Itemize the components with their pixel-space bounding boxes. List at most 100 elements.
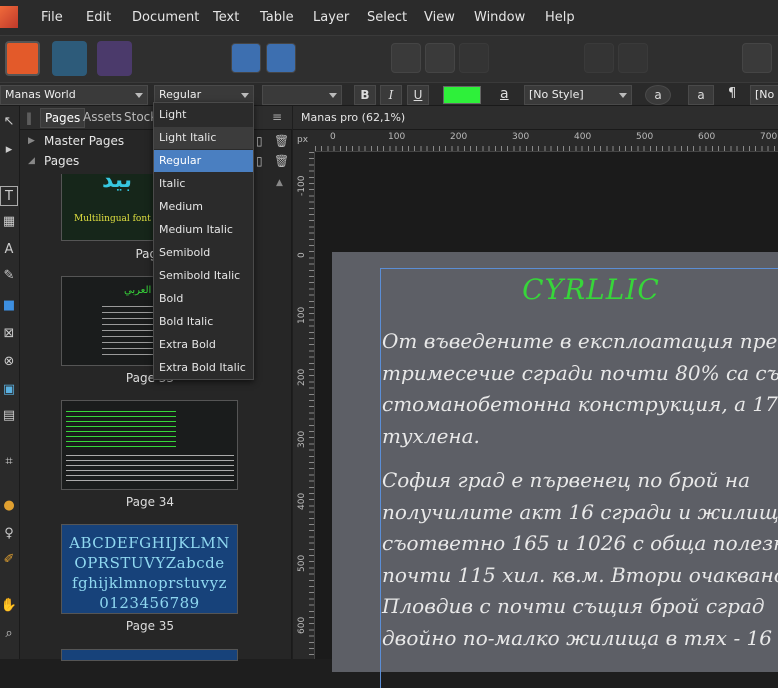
text-style-icon[interactable]: a [688, 85, 714, 105]
delete-icon[interactable]: 🗑 [274, 154, 289, 168]
option-bold-italic[interactable]: Bold Italic [154, 311, 253, 333]
photo-persona-icon[interactable] [52, 41, 87, 76]
option-bold[interactable]: Bold [154, 288, 253, 310]
menu-help[interactable]: Help [545, 10, 575, 25]
bold-button[interactable]: B [354, 85, 376, 105]
option-medium[interactable]: Medium [154, 196, 253, 218]
paragraph-2-line-6: двойно по-малко жилища в тях - 16 [382, 625, 773, 650]
wrap-icon[interactable] [425, 43, 455, 73]
paragraph-2-line-1: София град е първенец по брой на [382, 468, 751, 492]
paragraph-2-line-4: почти 115 хил. кв.м. Втори очаквано [382, 562, 778, 587]
heading-cyrllic: CYRLLIC [522, 273, 660, 306]
menu-select[interactable]: Select [367, 10, 407, 25]
menu-window[interactable]: Window [474, 10, 525, 25]
option-regular[interactable]: Regular [154, 150, 253, 172]
horizontal-ruler[interactable]: 0 100 200 300 400 500 600 700 [315, 130, 778, 152]
frame-text-icon[interactable] [391, 43, 421, 73]
document-area: Manas pro (62,1%) px 0 100 200 300 400 5… [293, 106, 778, 688]
v-tick-200: 200 [297, 368, 307, 386]
pin-icon[interactable] [584, 43, 614, 73]
vertical-ruler[interactable]: -100 0 100 200 300 400 500 600 [293, 152, 315, 659]
menu-document[interactable]: Document [132, 10, 199, 25]
paragraph-1-line-4: тухлена. [382, 423, 480, 448]
image-frame-icon[interactable]: ▤ [0, 406, 18, 426]
option-semibold-italic[interactable]: Semibold Italic [154, 265, 253, 287]
menu-view[interactable]: View [424, 10, 455, 25]
panel-grip-icon[interactable]: ‖ [26, 111, 32, 125]
table-tool-icon[interactable]: ▦ [0, 212, 18, 232]
page-thumbnail-35[interactable]: ABCDEFGHIJKLMN OPRSTUVYZabcde fghijklmno… [61, 524, 238, 614]
font-size-select[interactable] [262, 85, 342, 105]
share-icon[interactable] [231, 43, 261, 73]
v-ruler-ticks [309, 152, 314, 659]
paragraph-style-value: [No Style] [529, 88, 584, 101]
dot-icon[interactable] [618, 43, 648, 73]
font-family-select[interactable]: Manas World [0, 85, 148, 105]
option-semibold[interactable]: Semibold [154, 242, 253, 264]
preview-icon[interactable] [742, 43, 772, 73]
tab-pages[interactable]: Pages [40, 108, 86, 128]
option-light[interactable]: Light [154, 104, 253, 126]
artistic-text-tool-icon[interactable]: A [0, 240, 18, 260]
option-extra-bold-italic[interactable]: Extra Bold Italic [154, 357, 253, 379]
hand-tool-icon[interactable]: ✋ [0, 596, 18, 616]
transparency-tool-icon[interactable]: ♀ [0, 524, 18, 544]
main-toolbar [0, 35, 778, 82]
menu-text[interactable]: Text [213, 10, 239, 25]
tab-assets[interactable]: Assets [83, 110, 122, 124]
publisher-persona-icon[interactable] [5, 41, 40, 76]
place-image-icon[interactable]: ▣ [0, 380, 18, 400]
caps-icon[interactable]: a [645, 85, 671, 105]
fill-color-swatch[interactable] [443, 86, 481, 104]
master-pages-label[interactable]: Master Pages [44, 134, 124, 148]
picture-frame-icon[interactable]: ⊠ [0, 324, 18, 344]
settings-icon[interactable] [266, 43, 296, 73]
menu-table[interactable]: Table [260, 10, 294, 25]
thumb-caption: Multilingual font [74, 214, 151, 224]
menu-edit[interactable]: Edit [86, 10, 111, 25]
pen-tool-icon[interactable]: ✎ [0, 266, 18, 286]
designer-persona-icon[interactable] [97, 41, 132, 76]
move-tool-icon[interactable]: ↖ [0, 112, 18, 132]
text-frame[interactable]: CYRLLIC От въведените в експлоатация пре… [380, 268, 778, 688]
page-thumbnail-34[interactable] [61, 400, 238, 490]
h-tick-200: 200 [450, 132, 468, 142]
document-page[interactable]: CYRLLIC От въведените в експлоатация пре… [332, 252, 778, 688]
paragraph-style-select-2[interactable]: [No S [750, 85, 778, 105]
color-picker-icon[interactable]: ● [0, 496, 18, 516]
chevron-right-icon[interactable]: ▶ [28, 136, 35, 146]
character-style-icon[interactable]: a [500, 86, 509, 102]
crop-tool-icon[interactable]: ⌗ [0, 452, 18, 472]
paragraph-1-line-1: От въведените в експлоатация пре [382, 329, 778, 353]
scroll-up-icon[interactable]: ▲ [276, 178, 283, 188]
option-medium-italic[interactable]: Medium Italic [154, 219, 253, 241]
document-tab[interactable]: Manas pro (62,1%) [293, 106, 778, 130]
rectangle-tool-icon[interactable]: ■ [0, 296, 18, 316]
brush-tool-icon[interactable]: ✐ [0, 550, 18, 570]
link-icon[interactable] [459, 43, 489, 73]
option-extra-bold[interactable]: Extra Bold [154, 334, 253, 356]
menu-file[interactable]: File [41, 10, 63, 25]
zoom-tool-icon[interactable]: ⌕ [0, 624, 18, 644]
node-tool-icon[interactable]: ▸ [0, 140, 18, 160]
underline-button[interactable]: U [407, 85, 429, 105]
canvas[interactable]: CYRLLIC От въведените в експлоатация пре… [315, 152, 778, 688]
panel-menu-icon[interactable]: ≡ [272, 110, 282, 124]
add-page-icon[interactable]: ▯ [256, 134, 263, 148]
chevron-down-icon[interactable]: ◢ [28, 156, 35, 166]
option-light-italic[interactable]: Light Italic [154, 127, 253, 149]
ellipse-frame-icon[interactable]: ⊗ [0, 352, 18, 372]
delete-icon[interactable]: 🗑 [274, 134, 289, 148]
frame-text-tool-icon[interactable]: T [0, 186, 18, 206]
thumb-heading: العربي [124, 285, 152, 296]
pilcrow-icon[interactable]: ¶ [728, 86, 736, 101]
add-page-icon[interactable]: ▯ [256, 154, 263, 168]
page-thumbnail-36[interactable] [61, 649, 238, 661]
option-italic[interactable]: Italic [154, 173, 253, 195]
paragraph-style-select[interactable]: [No Style] [524, 85, 632, 105]
pages-label[interactable]: Pages [44, 154, 79, 168]
italic-button[interactable]: I [380, 85, 402, 105]
menu-layer[interactable]: Layer [313, 10, 349, 25]
v-tick-400: 400 [297, 492, 307, 510]
menu-bar: File Edit Document Text Table Layer Sele… [0, 0, 778, 35]
